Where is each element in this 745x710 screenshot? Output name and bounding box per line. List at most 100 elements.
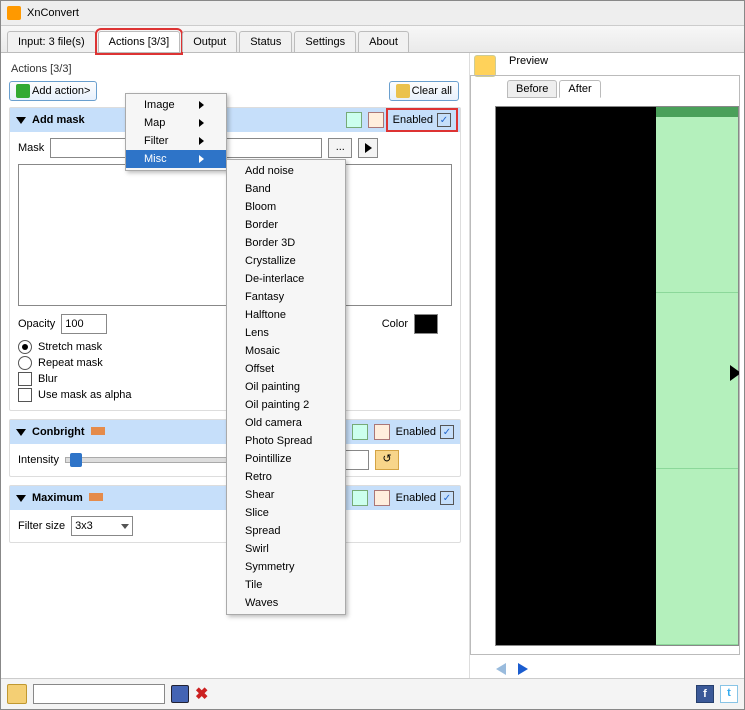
delete-icon[interactable]: ✖ (195, 684, 208, 704)
submenu-item-add-noise[interactable]: Add noise (227, 162, 345, 180)
submenu-item-swirl[interactable]: Swirl (227, 540, 345, 558)
titlebar: XnConvert (1, 1, 744, 26)
add-action-button[interactable]: Add action> (9, 81, 97, 101)
submenu-item-retro[interactable]: Retro (227, 468, 345, 486)
tab-status[interactable]: Status (239, 31, 292, 52)
save-icon[interactable] (171, 685, 189, 703)
opacity-stepper[interactable]: 100 (61, 314, 107, 334)
slider-knob[interactable] (70, 453, 82, 467)
menu-item-filter[interactable]: Filter (126, 132, 226, 150)
action-delete-icon[interactable] (368, 112, 384, 128)
submenu-item-pointillize[interactable]: Pointillize (227, 450, 345, 468)
app-window: XnConvert Input: 3 file(s) Actions [3/3]… (0, 0, 745, 710)
preview-dark-area (496, 107, 656, 645)
submenu-item-waves[interactable]: Waves (227, 594, 345, 612)
tab-before[interactable]: Before (507, 80, 557, 98)
open-folder-icon[interactable] (7, 684, 27, 704)
chevron-right-icon (199, 119, 204, 127)
action-dup-icon[interactable] (352, 490, 368, 506)
app-title: XnConvert (27, 7, 79, 19)
clear-all-label: Clear all (412, 85, 452, 97)
tab-output[interactable]: Output (182, 31, 237, 52)
tab-after[interactable]: After (559, 80, 600, 98)
app-icon (7, 6, 21, 20)
mask-browse-button[interactable]: ... (328, 138, 352, 158)
submenu-item-symmetry[interactable]: Symmetry (227, 558, 345, 576)
preview-frame: Before After (470, 75, 740, 655)
checkbox-icon (440, 425, 454, 439)
action-delete-icon[interactable] (374, 490, 390, 506)
triangle-down-icon (16, 429, 26, 436)
submenu-item-fantasy[interactable]: Fantasy (227, 288, 345, 306)
next-image-button[interactable] (518, 663, 528, 675)
submenu-item-offset[interactable]: Offset (227, 360, 345, 378)
action-title: Add mask (32, 114, 85, 126)
minus-icon (91, 427, 105, 435)
tab-about[interactable]: About (358, 31, 409, 52)
twitter-icon[interactable]: t (720, 685, 738, 703)
minus-icon (89, 493, 103, 501)
submenu-item-lens[interactable]: Lens (227, 324, 345, 342)
action-delete-icon[interactable] (374, 424, 390, 440)
submenu-item-spread[interactable]: Spread (227, 522, 345, 540)
enabled-toggle-conbright[interactable]: Enabled (396, 425, 454, 439)
submenu-item-photo-spread[interactable]: Photo Spread (227, 432, 345, 450)
prev-image-button[interactable] (496, 663, 506, 675)
mask-play-button[interactable] (358, 138, 378, 158)
enabled-toggle-add-mask[interactable]: Enabled (390, 112, 454, 128)
chevron-right-icon (199, 137, 204, 145)
checkbox-icon (18, 372, 32, 386)
clear-all-button[interactable]: Clear all (389, 81, 459, 101)
checkbox-icon (440, 491, 454, 505)
submenu-item-bloom[interactable]: Bloom (227, 198, 345, 216)
filter-size-select[interactable]: 3x3 (71, 516, 133, 536)
submenu-item-tile[interactable]: Tile (227, 576, 345, 594)
menu-item-image[interactable]: Image (126, 96, 226, 114)
nav-arrows (496, 663, 528, 675)
opacity-label: Opacity (18, 318, 55, 330)
submenu-item-old-camera[interactable]: Old camera (227, 414, 345, 432)
chevron-down-icon (121, 524, 129, 529)
submenu-item-oil-painting[interactable]: Oil painting (227, 378, 345, 396)
submenu-item-crystallize[interactable]: Crystallize (227, 252, 345, 270)
bottom-toolbar: ✖ f t (1, 678, 744, 709)
color-label: Color (382, 318, 408, 330)
add-action-menu: ImageMapFilterMisc (125, 93, 227, 171)
submenu-item-border[interactable]: Border (227, 216, 345, 234)
menu-item-misc[interactable]: Misc (126, 150, 226, 168)
action-header-add-mask[interactable]: Add mask Enabled (10, 108, 460, 132)
submenu-item-oil-painting-2[interactable]: Oil painting 2 (227, 396, 345, 414)
actions-section-title: Actions [3/3] (11, 63, 461, 75)
reset-icon[interactable]: ↺ (375, 450, 399, 470)
chevron-right-icon (199, 155, 204, 163)
action-dup-icon[interactable] (352, 424, 368, 440)
enabled-toggle-maximum[interactable]: Enabled (396, 491, 454, 505)
triangle-down-icon (16, 495, 26, 502)
submenu-item-shear[interactable]: Shear (227, 486, 345, 504)
facebook-icon[interactable]: f (696, 685, 714, 703)
submenu-item-band[interactable]: Band (227, 180, 345, 198)
chevron-right-icon (199, 101, 204, 109)
preset-combo[interactable] (33, 684, 165, 704)
misc-submenu: Add noiseBandBloomBorderBorder 3DCrystal… (226, 159, 346, 615)
action-title: Conbright (32, 426, 85, 438)
color-well[interactable] (414, 314, 438, 334)
menu-item-map[interactable]: Map (126, 114, 226, 132)
intensity-label: Intensity (18, 454, 59, 466)
plus-icon (16, 84, 30, 98)
preview-tabs: Before After (507, 80, 739, 98)
submenu-item-slice[interactable]: Slice (227, 504, 345, 522)
main-tabs: Input: 3 file(s) Actions [3/3] Output St… (1, 26, 744, 53)
submenu-item-border-3d[interactable]: Border 3D (227, 234, 345, 252)
tab-actions[interactable]: Actions [3/3] (98, 31, 181, 52)
submenu-item-mosaic[interactable]: Mosaic (227, 342, 345, 360)
submenu-item-halftone[interactable]: Halftone (227, 306, 345, 324)
magnifier-icon[interactable] (474, 55, 496, 77)
enabled-label: Enabled (393, 114, 433, 126)
tab-input[interactable]: Input: 3 file(s) (7, 31, 96, 52)
submenu-item-de-interlace[interactable]: De-interlace (227, 270, 345, 288)
preview-next-button[interactable] (730, 365, 740, 381)
action-dup-icon[interactable] (346, 112, 362, 128)
tab-settings[interactable]: Settings (294, 31, 356, 52)
checkbox-icon (437, 113, 451, 127)
